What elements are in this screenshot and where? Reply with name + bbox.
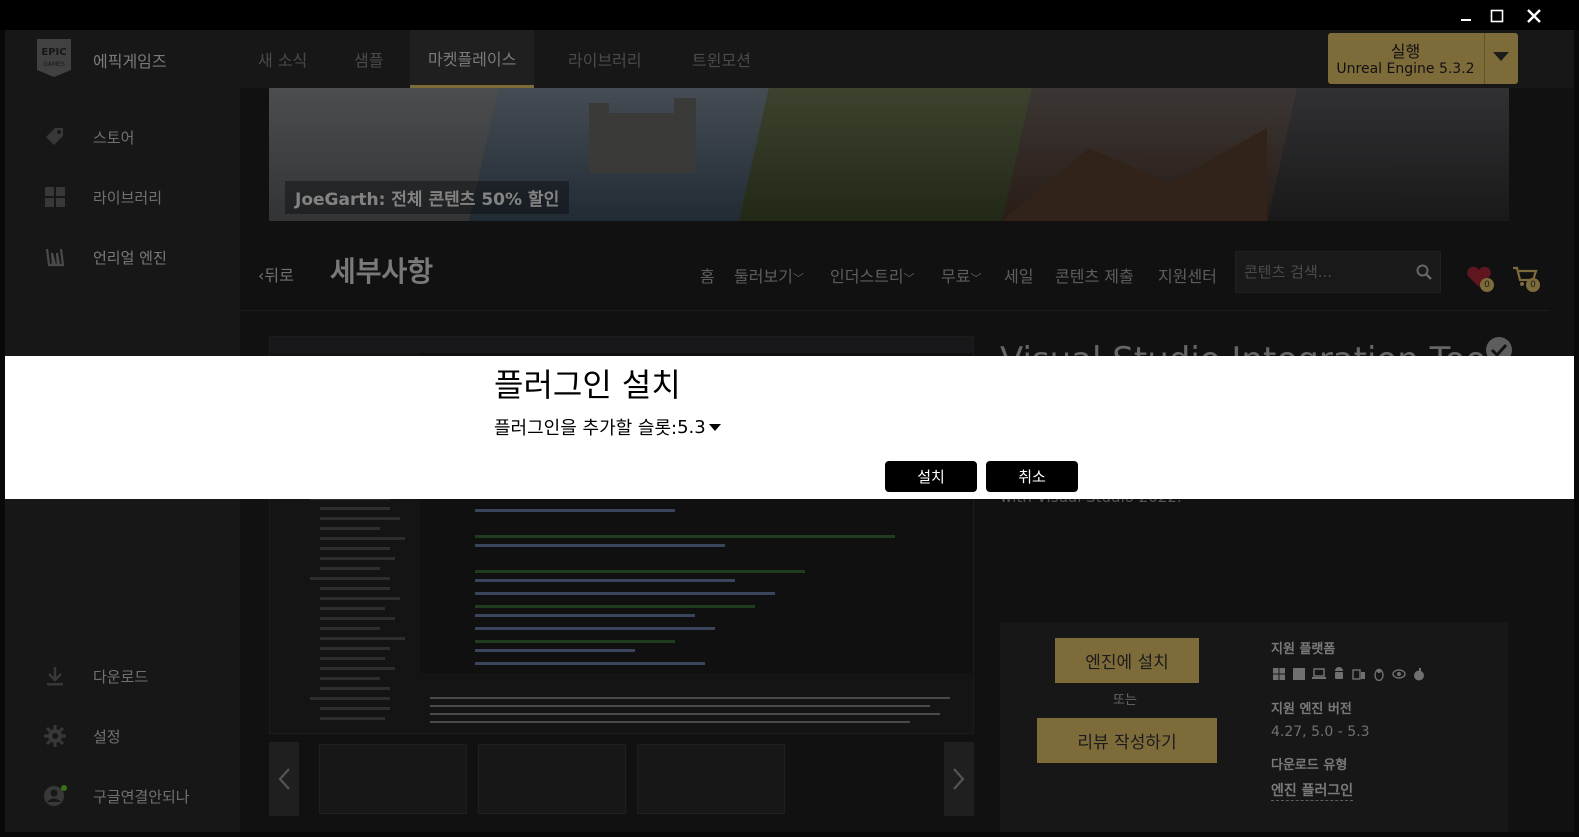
slot-value: 5.3: [677, 416, 706, 438]
slot-select[interactable]: 5.3: [677, 417, 722, 438]
install-button[interactable]: 설치: [885, 461, 977, 492]
slot-label: 플러그인을 추가할 슬롯:: [494, 418, 678, 439]
maximize-button[interactable]: [1483, 4, 1511, 28]
window-titlebar: [0, 0, 1579, 30]
dialog-title: 플러그인 설치: [494, 366, 681, 404]
install-plugin-dialog: 플러그인 설치 플러그인을 추가할 슬롯: 5.3 설치 취소: [5, 356, 1574, 499]
caret-down-icon: [708, 424, 721, 431]
cancel-button[interactable]: 취소: [986, 461, 1078, 492]
close-button[interactable]: [1520, 4, 1548, 28]
slot-selector-row: 플러그인을 추가할 슬롯: 5.3: [494, 414, 722, 440]
maximize-icon: [1490, 9, 1504, 23]
close-icon: [1527, 9, 1541, 23]
minimize-icon: [1461, 19, 1471, 21]
minimize-button[interactable]: [1452, 4, 1480, 28]
